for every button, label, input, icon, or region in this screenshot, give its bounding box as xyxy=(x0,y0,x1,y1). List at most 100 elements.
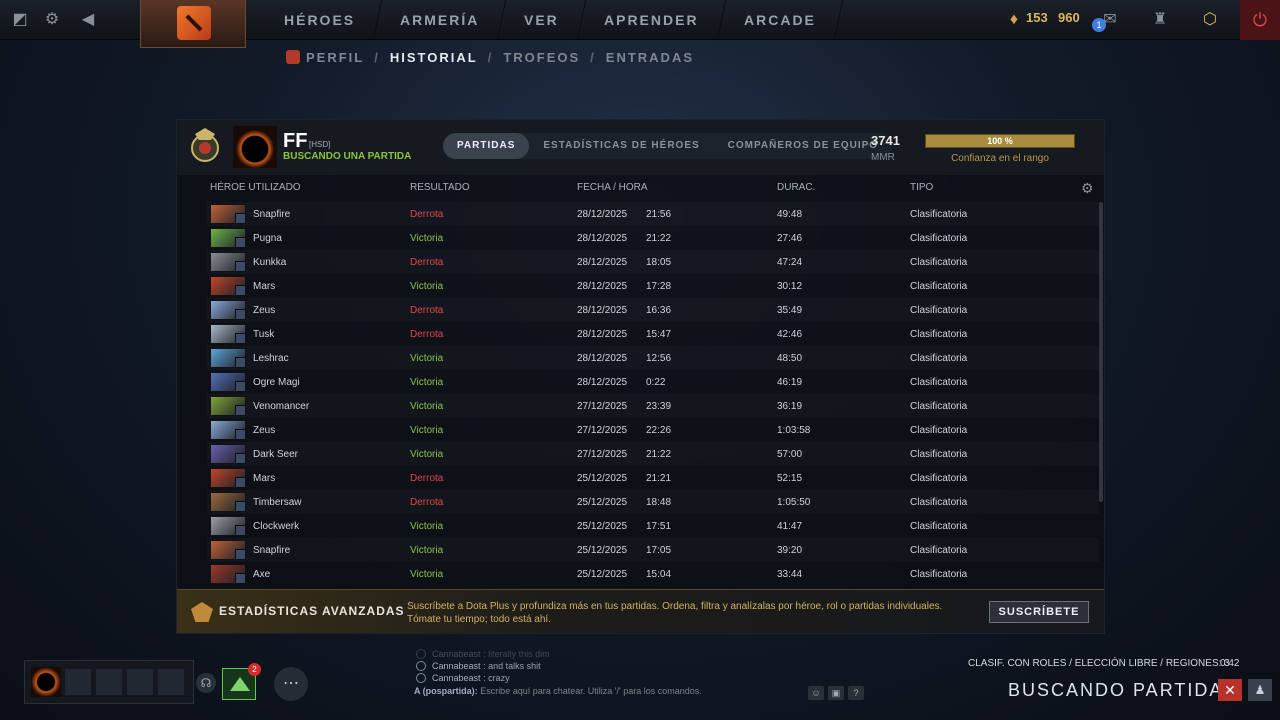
chat-line: Cannabeast : crazy xyxy=(414,672,874,684)
table-row[interactable]: Leshrac Victoria 28/12/2025 12:56 48:50 Clasi… xyxy=(207,346,1099,370)
col-hero[interactable]: HÉROE UTILIZADO xyxy=(210,182,301,193)
settings-gear-icon[interactable]: ⚙ xyxy=(40,8,64,32)
hero-portrait xyxy=(210,468,246,488)
col-duration[interactable]: DURAC. xyxy=(777,182,815,193)
party-avatar[interactable] xyxy=(31,667,61,697)
table-row[interactable]: Venomancer Victoria 27/12/2025 23:39 36:19 Cl… xyxy=(207,394,1099,418)
match-type: Clasificatoria xyxy=(910,329,968,340)
party-slot[interactable] xyxy=(96,669,122,695)
match-result: Victoria xyxy=(410,449,444,460)
table-row[interactable]: Kunkka Derrota 28/12/2025 18:05 47:24 Clasifi… xyxy=(207,250,1099,274)
table-row[interactable]: Snapfire Derrota 28/12/2025 21:56 49:48 Clasi… xyxy=(207,202,1099,226)
dashboard-icon[interactable]: ◩ xyxy=(8,8,32,32)
hero-portrait xyxy=(210,372,246,392)
chat-line: Cannabeast : literally this dim xyxy=(414,648,874,660)
tab-matches[interactable]: PARTIDAS xyxy=(443,133,530,159)
table-row[interactable]: Pugna Victoria 28/12/2025 21:22 27:46 Clasifi… xyxy=(207,226,1099,250)
table-row[interactable]: Dark Seer Victoria 27/12/2025 21:22 57:00 Cla… xyxy=(207,442,1099,466)
points-count: 960 xyxy=(1058,10,1080,25)
match-type: Clasificatoria xyxy=(910,449,968,460)
tab-history[interactable]: HISTORIAL xyxy=(390,50,478,65)
party-slot[interactable] xyxy=(158,669,184,695)
chat-wheel-icon[interactable]: ▣ xyxy=(828,686,844,700)
queue-info: CLASIF. CON ROLES / ELECCIÓN LIBRE / REG… xyxy=(968,658,1230,669)
back-arrow-icon[interactable]: ◀ xyxy=(76,8,100,32)
subscribe-button[interactable]: SUSCRÍBETE xyxy=(989,601,1089,623)
col-result[interactable]: RESULTADO xyxy=(410,182,470,193)
chat-input[interactable]: A (pospartida): Escribe aquí para chatea… xyxy=(414,686,814,696)
match-time: 17:05 xyxy=(646,545,672,556)
tab-entries[interactable]: ENTRADAS xyxy=(606,50,694,65)
voice-headset-icon[interactable]: ☊ xyxy=(196,673,216,693)
tab-teammates[interactable]: COMPAÑEROS DE EQUIPO xyxy=(714,133,892,159)
table-row[interactable]: Clockwerk Victoria 25/12/2025 17:51 41:47 Cla… xyxy=(207,514,1099,538)
match-date: 28/12/2025 xyxy=(577,353,628,364)
party-slot[interactable] xyxy=(65,669,91,695)
match-type: Clasificatoria xyxy=(910,377,968,388)
nav-arcade[interactable]: ARCADE xyxy=(717,0,843,40)
dota-plus-icon[interactable]: ⬡ xyxy=(1198,8,1222,32)
table-row[interactable]: Zeus Derrota 28/12/2025 16:36 35:49 Clasifica… xyxy=(207,298,1099,322)
match-result: Victoria xyxy=(410,545,444,556)
dota-plus-icon xyxy=(191,602,213,622)
table-row[interactable]: Ogre Magi Victoria 28/12/2025 0:22 46:19 Clas… xyxy=(207,370,1099,394)
match-result: Derrota xyxy=(410,257,444,268)
avatar[interactable] xyxy=(233,126,277,168)
chat-channel-label: A (pospartida): xyxy=(414,686,478,696)
hero-name: Pugna xyxy=(253,233,282,244)
match-result: Derrota xyxy=(410,305,444,316)
hero-portrait xyxy=(210,300,246,320)
table-row[interactable]: Tusk Derrota 28/12/2025 15:47 42:46 Clasifica… xyxy=(207,322,1099,346)
mail-icon[interactable]: ✉ xyxy=(1098,8,1122,32)
match-type: Clasificatoria xyxy=(910,353,968,364)
tab-trophies[interactable]: TROFEOS xyxy=(503,50,580,65)
hero-portrait xyxy=(210,492,246,512)
match-duration: 41:47 xyxy=(777,521,803,532)
nav-watch[interactable]: VER xyxy=(498,0,587,40)
party-slot[interactable] xyxy=(127,669,153,695)
nav-armory[interactable]: ARMERÍA xyxy=(373,0,507,40)
gear-icon[interactable]: ⚙ xyxy=(1081,180,1094,197)
col-type[interactable]: TIPO xyxy=(910,182,933,193)
table-row[interactable]: Timbersaw Derrota 25/12/2025 18:48 1:05:50 Cl… xyxy=(207,490,1099,514)
queue-options-icon[interactable]: ♟ xyxy=(1248,679,1272,701)
power-icon[interactable]: ⏻ xyxy=(1240,0,1280,40)
scrollbar[interactable] xyxy=(1099,202,1103,502)
friends-button[interactable]: 2 xyxy=(222,663,261,700)
table-row[interactable]: Snapfire Victoria 25/12/2025 17:05 39:20 Clas… xyxy=(207,538,1099,562)
tab-hero-stats[interactable]: ESTADÍSTICAS DE HÉROES xyxy=(529,133,713,159)
hero-name: Axe xyxy=(253,569,271,580)
match-result: Victoria xyxy=(410,281,444,292)
history-tabs: PARTIDAS ESTADÍSTICAS DE HÉROES COMPAÑER… xyxy=(443,133,893,159)
table-row[interactable]: Zeus Victoria 27/12/2025 22:26 1:03:58 Clasif… xyxy=(207,418,1099,442)
match-date: 27/12/2025 xyxy=(577,449,628,460)
armory-chest-icon[interactable]: ♜ xyxy=(1148,8,1172,32)
nav-heroes[interactable]: HÉROES xyxy=(257,0,383,40)
table-row[interactable]: Mars Derrota 25/12/2025 21:21 52:15 Clasifica… xyxy=(207,466,1099,490)
table-row[interactable]: Axe Victoria 25/12/2025 15:04 33:44 Clasifica… xyxy=(207,562,1099,586)
mmr-label: MMR xyxy=(871,152,895,163)
col-date[interactable]: FECHA / HORA xyxy=(577,182,648,193)
match-result: Derrota xyxy=(410,497,444,508)
dota-logo-button[interactable] xyxy=(140,0,246,48)
chat-user-icon xyxy=(416,661,426,671)
hero-portrait xyxy=(210,444,246,464)
hero-portrait xyxy=(210,420,246,440)
help-icon[interactable]: ? xyxy=(848,686,864,700)
player-tag: [HSD] xyxy=(309,140,331,149)
advanced-stats-title: ESTADÍSTICAS AVANZADAS xyxy=(219,604,405,618)
advanced-stats-banner: ESTADÍSTICAS AVANZADAS Suscríbete a Dota… xyxy=(177,589,1104,633)
chat-user-icon xyxy=(416,673,426,683)
more-apps-icon[interactable]: ⋯ xyxy=(274,667,308,701)
table-row[interactable]: Mars Victoria 28/12/2025 17:28 30:12 Clasific… xyxy=(207,274,1099,298)
match-date: 28/12/2025 xyxy=(577,377,628,388)
nav-learn[interactable]: APRENDER xyxy=(578,0,727,40)
cancel-search-button[interactable]: ✕ xyxy=(1218,679,1242,701)
match-time: 21:22 xyxy=(646,233,672,244)
match-time: 15:47 xyxy=(646,329,672,340)
main-nav: HÉROES ARMERÍA VER APRENDER ARCADE xyxy=(257,0,843,40)
emoji-icon[interactable]: ☺ xyxy=(808,686,824,700)
match-type: Clasificatoria xyxy=(910,305,968,316)
tab-profile[interactable]: PERFIL xyxy=(286,50,364,65)
match-date: 28/12/2025 xyxy=(577,257,628,268)
